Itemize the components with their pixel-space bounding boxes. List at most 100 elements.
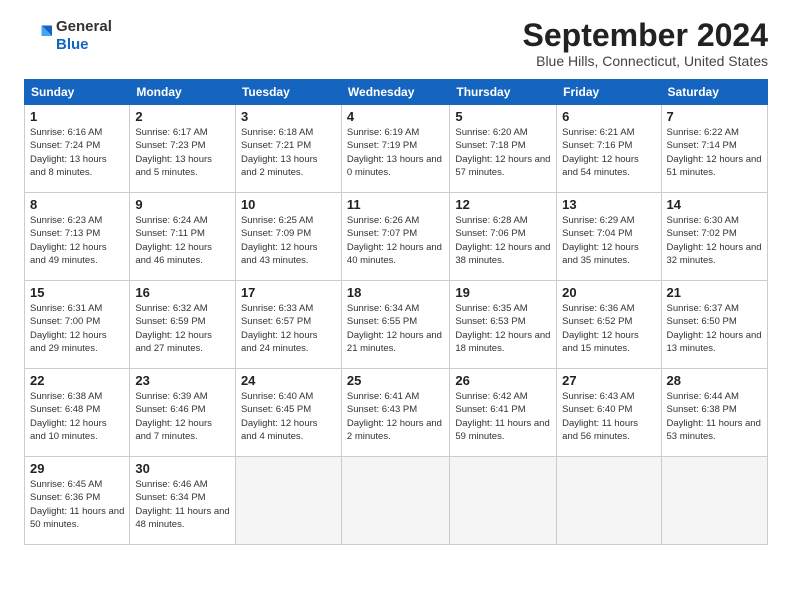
- day-cell: 12 Sunrise: 6:28 AMSunset: 7:06 PMDaylig…: [450, 193, 557, 281]
- day-info: Sunrise: 6:43 AMSunset: 6:40 PMDaylight:…: [562, 391, 638, 442]
- day-number: 20: [562, 285, 655, 300]
- day-cell: 3 Sunrise: 6:18 AMSunset: 7:21 PMDayligh…: [235, 105, 341, 193]
- day-cell: 29 Sunrise: 6:45 AMSunset: 6:36 PMDaylig…: [25, 457, 130, 545]
- day-number: 3: [241, 109, 336, 124]
- calendar: SundayMondayTuesdayWednesdayThursdayFrid…: [24, 79, 768, 545]
- day-info: Sunrise: 6:35 AMSunset: 6:53 PMDaylight:…: [455, 303, 550, 354]
- day-cell: 24 Sunrise: 6:40 AMSunset: 6:45 PMDaylig…: [235, 369, 341, 457]
- day-number: 22: [30, 373, 124, 388]
- day-number: 13: [562, 197, 655, 212]
- day-cell: [341, 457, 449, 545]
- day-info: Sunrise: 6:32 AMSunset: 6:59 PMDaylight:…: [135, 303, 212, 354]
- day-info: Sunrise: 6:36 AMSunset: 6:52 PMDaylight:…: [562, 303, 639, 354]
- day-cell: 7 Sunrise: 6:22 AMSunset: 7:14 PMDayligh…: [661, 105, 767, 193]
- day-number: 27: [562, 373, 655, 388]
- day-info: Sunrise: 6:34 AMSunset: 6:55 PMDaylight:…: [347, 303, 442, 354]
- title-block: September 2024 Blue Hills, Connecticut, …: [523, 18, 768, 69]
- day-cell: 8 Sunrise: 6:23 AMSunset: 7:13 PMDayligh…: [25, 193, 130, 281]
- day-info: Sunrise: 6:16 AMSunset: 7:24 PMDaylight:…: [30, 127, 107, 178]
- day-number: 23: [135, 373, 230, 388]
- day-number: 4: [347, 109, 444, 124]
- day-info: Sunrise: 6:30 AMSunset: 7:02 PMDaylight:…: [667, 215, 762, 266]
- day-cell: [235, 457, 341, 545]
- day-cell: 10 Sunrise: 6:25 AMSunset: 7:09 PMDaylig…: [235, 193, 341, 281]
- day-number: 26: [455, 373, 551, 388]
- day-info: Sunrise: 6:33 AMSunset: 6:57 PMDaylight:…: [241, 303, 318, 354]
- day-cell: [450, 457, 557, 545]
- day-number: 17: [241, 285, 336, 300]
- header-row: SundayMondayTuesdayWednesdayThursdayFrid…: [25, 80, 768, 105]
- header-cell-saturday: Saturday: [661, 80, 767, 105]
- day-number: 18: [347, 285, 444, 300]
- day-cell: 25 Sunrise: 6:41 AMSunset: 6:43 PMDaylig…: [341, 369, 449, 457]
- day-number: 16: [135, 285, 230, 300]
- day-number: 2: [135, 109, 230, 124]
- day-info: Sunrise: 6:29 AMSunset: 7:04 PMDaylight:…: [562, 215, 639, 266]
- header-cell-monday: Monday: [130, 80, 236, 105]
- day-info: Sunrise: 6:21 AMSunset: 7:16 PMDaylight:…: [562, 127, 639, 178]
- header-cell-sunday: Sunday: [25, 80, 130, 105]
- day-number: 24: [241, 373, 336, 388]
- day-number: 7: [667, 109, 762, 124]
- day-number: 1: [30, 109, 124, 124]
- day-info: Sunrise: 6:45 AMSunset: 6:36 PMDaylight:…: [30, 479, 124, 530]
- day-cell: 2 Sunrise: 6:17 AMSunset: 7:23 PMDayligh…: [130, 105, 236, 193]
- day-number: 6: [562, 109, 655, 124]
- day-info: Sunrise: 6:38 AMSunset: 6:48 PMDaylight:…: [30, 391, 107, 442]
- day-number: 21: [667, 285, 762, 300]
- day-info: Sunrise: 6:20 AMSunset: 7:18 PMDaylight:…: [455, 127, 550, 178]
- week-row-5: 29 Sunrise: 6:45 AMSunset: 6:36 PMDaylig…: [25, 457, 768, 545]
- month-title: September 2024: [523, 18, 768, 53]
- day-number: 29: [30, 461, 124, 476]
- day-info: Sunrise: 6:23 AMSunset: 7:13 PMDaylight:…: [30, 215, 107, 266]
- day-cell: 16 Sunrise: 6:32 AMSunset: 6:59 PMDaylig…: [130, 281, 236, 369]
- day-cell: 21 Sunrise: 6:37 AMSunset: 6:50 PMDaylig…: [661, 281, 767, 369]
- logo-text: General Blue: [56, 18, 112, 54]
- day-info: Sunrise: 6:28 AMSunset: 7:06 PMDaylight:…: [455, 215, 550, 266]
- day-info: Sunrise: 6:44 AMSunset: 6:38 PMDaylight:…: [667, 391, 761, 442]
- logo-icon: [24, 22, 52, 50]
- day-info: Sunrise: 6:24 AMSunset: 7:11 PMDaylight:…: [135, 215, 212, 266]
- day-cell: 18 Sunrise: 6:34 AMSunset: 6:55 PMDaylig…: [341, 281, 449, 369]
- day-cell: 27 Sunrise: 6:43 AMSunset: 6:40 PMDaylig…: [557, 369, 661, 457]
- day-number: 8: [30, 197, 124, 212]
- day-cell: 22 Sunrise: 6:38 AMSunset: 6:48 PMDaylig…: [25, 369, 130, 457]
- day-info: Sunrise: 6:22 AMSunset: 7:14 PMDaylight:…: [667, 127, 762, 178]
- week-row-3: 15 Sunrise: 6:31 AMSunset: 7:00 PMDaylig…: [25, 281, 768, 369]
- logo-blue: Blue: [56, 36, 89, 53]
- header-cell-thursday: Thursday: [450, 80, 557, 105]
- week-row-2: 8 Sunrise: 6:23 AMSunset: 7:13 PMDayligh…: [25, 193, 768, 281]
- day-cell: 14 Sunrise: 6:30 AMSunset: 7:02 PMDaylig…: [661, 193, 767, 281]
- day-cell: 23 Sunrise: 6:39 AMSunset: 6:46 PMDaylig…: [130, 369, 236, 457]
- day-cell: 17 Sunrise: 6:33 AMSunset: 6:57 PMDaylig…: [235, 281, 341, 369]
- day-info: Sunrise: 6:25 AMSunset: 7:09 PMDaylight:…: [241, 215, 318, 266]
- day-cell: 11 Sunrise: 6:26 AMSunset: 7:07 PMDaylig…: [341, 193, 449, 281]
- day-info: Sunrise: 6:37 AMSunset: 6:50 PMDaylight:…: [667, 303, 762, 354]
- day-info: Sunrise: 6:17 AMSunset: 7:23 PMDaylight:…: [135, 127, 212, 178]
- day-cell: 28 Sunrise: 6:44 AMSunset: 6:38 PMDaylig…: [661, 369, 767, 457]
- day-cell: 13 Sunrise: 6:29 AMSunset: 7:04 PMDaylig…: [557, 193, 661, 281]
- day-number: 30: [135, 461, 230, 476]
- day-cell: 26 Sunrise: 6:42 AMSunset: 6:41 PMDaylig…: [450, 369, 557, 457]
- day-cell: 15 Sunrise: 6:31 AMSunset: 7:00 PMDaylig…: [25, 281, 130, 369]
- day-info: Sunrise: 6:42 AMSunset: 6:41 PMDaylight:…: [455, 391, 549, 442]
- week-row-1: 1 Sunrise: 6:16 AMSunset: 7:24 PMDayligh…: [25, 105, 768, 193]
- header-cell-wednesday: Wednesday: [341, 80, 449, 105]
- day-cell: [557, 457, 661, 545]
- logo-general: General: [56, 18, 112, 35]
- day-info: Sunrise: 6:46 AMSunset: 6:34 PMDaylight:…: [135, 479, 229, 530]
- header: General Blue September 2024 Blue Hills, …: [24, 18, 768, 69]
- day-number: 19: [455, 285, 551, 300]
- location: Blue Hills, Connecticut, United States: [523, 53, 768, 69]
- day-number: 15: [30, 285, 124, 300]
- day-number: 10: [241, 197, 336, 212]
- day-cell: 30 Sunrise: 6:46 AMSunset: 6:34 PMDaylig…: [130, 457, 236, 545]
- calendar-header: SundayMondayTuesdayWednesdayThursdayFrid…: [25, 80, 768, 105]
- day-info: Sunrise: 6:18 AMSunset: 7:21 PMDaylight:…: [241, 127, 318, 178]
- day-cell: 6 Sunrise: 6:21 AMSunset: 7:16 PMDayligh…: [557, 105, 661, 193]
- day-cell: 20 Sunrise: 6:36 AMSunset: 6:52 PMDaylig…: [557, 281, 661, 369]
- day-info: Sunrise: 6:41 AMSunset: 6:43 PMDaylight:…: [347, 391, 442, 442]
- day-number: 28: [667, 373, 762, 388]
- day-info: Sunrise: 6:31 AMSunset: 7:00 PMDaylight:…: [30, 303, 107, 354]
- day-cell: 9 Sunrise: 6:24 AMSunset: 7:11 PMDayligh…: [130, 193, 236, 281]
